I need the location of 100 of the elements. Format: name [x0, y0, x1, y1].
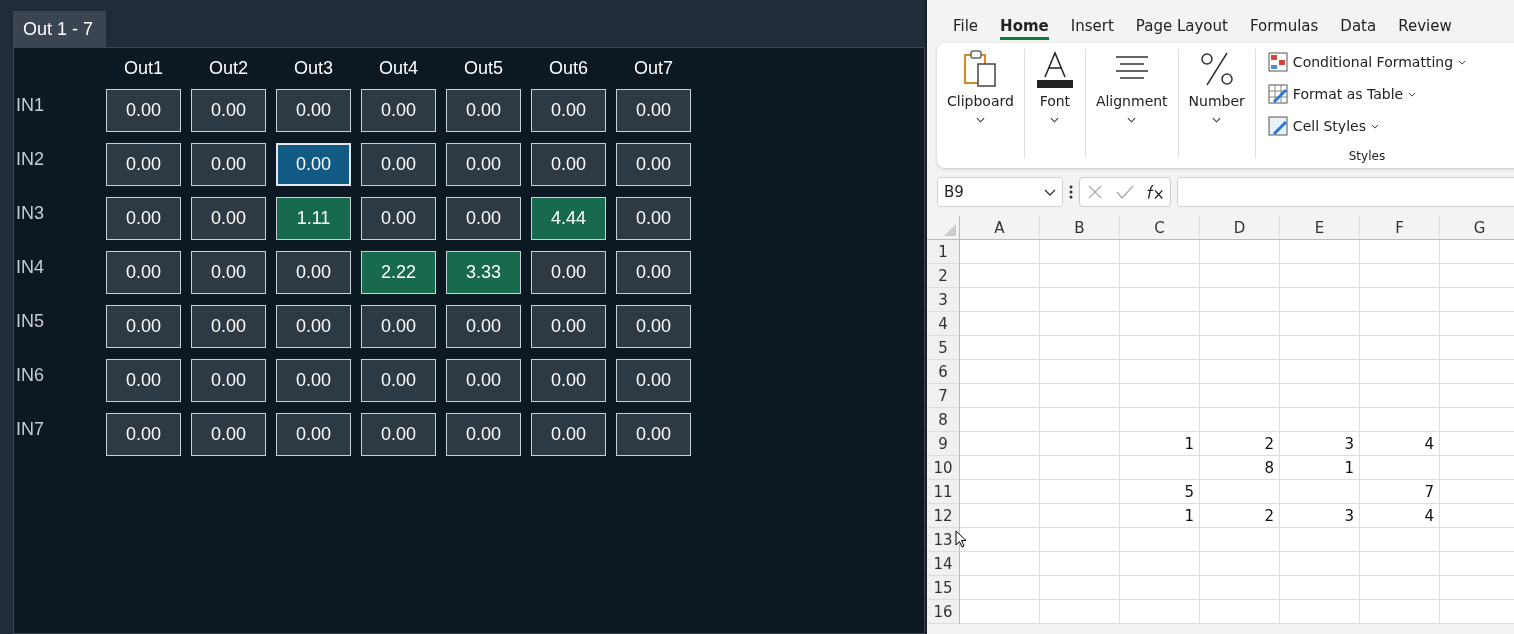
gain-cell[interactable]: 0.00	[276, 305, 351, 348]
gain-cell[interactable]: 0.00	[616, 413, 691, 456]
cancel-icon[interactable]	[1086, 184, 1104, 200]
gain-cell[interactable]: 0.00	[191, 89, 266, 132]
gain-cell[interactable]: 0.00	[276, 89, 351, 132]
name-box[interactable]: B9	[937, 177, 1063, 207]
checkmark-icon[interactable]	[1116, 184, 1134, 200]
row-header[interactable]: 9	[927, 432, 960, 456]
gain-cell[interactable]: 1.11	[276, 197, 351, 240]
column-header[interactable]: D	[1200, 216, 1280, 240]
row-header[interactable]: 15	[927, 576, 960, 600]
row-header[interactable]: 6	[927, 360, 960, 384]
ribbon-tab[interactable]: File	[953, 17, 979, 40]
gain-cell[interactable]: 0.00	[106, 251, 181, 294]
column-header[interactable]: F	[1360, 216, 1440, 240]
row-header[interactable]: 5	[927, 336, 960, 360]
row-header[interactable]: 7	[927, 384, 960, 408]
gain-cell[interactable]: 0.00	[616, 251, 691, 294]
gain-cell[interactable]: 0.00	[446, 143, 521, 186]
gain-cell[interactable]: 0.00	[276, 359, 351, 402]
column-header[interactable]: E	[1280, 216, 1360, 240]
column-header[interactable]: C	[1120, 216, 1200, 240]
gain-cell[interactable]: 0.00	[191, 197, 266, 240]
styles-command[interactable]: Cell Styles	[1267, 115, 1467, 137]
row-header[interactable]: 12	[927, 504, 960, 528]
gain-cell[interactable]: 3.33	[446, 251, 521, 294]
row-header[interactable]: 4	[927, 312, 960, 336]
gain-cell[interactable]: 0.00	[191, 143, 266, 186]
cell-value: 1	[1184, 507, 1194, 525]
row-header[interactable]: 1	[927, 240, 960, 264]
row-header[interactable]: 16	[927, 600, 960, 624]
gain-cell[interactable]: 0.00	[361, 413, 436, 456]
gain-cell[interactable]: 0.00	[531, 89, 606, 132]
gain-cell[interactable]: 0.00	[531, 251, 606, 294]
gain-cell[interactable]: 0.00	[446, 197, 521, 240]
gain-cell[interactable]: 2.22	[361, 251, 436, 294]
row-header[interactable]: 10	[927, 456, 960, 480]
gain-cell[interactable]: 0.00	[616, 305, 691, 348]
gain-cell[interactable]: 0.00	[276, 251, 351, 294]
ribbon-tab[interactable]: Page Layout	[1135, 17, 1228, 40]
row-header[interactable]: 14	[927, 552, 960, 576]
gain-cell[interactable]: 0.00	[531, 359, 606, 402]
insert-function-icon[interactable]	[1146, 184, 1164, 200]
gain-cell[interactable]: 0.00	[276, 413, 351, 456]
row-header[interactable]: 11	[927, 480, 960, 504]
gain-cell[interactable]: 0.00	[616, 359, 691, 402]
gain-cell[interactable]: 0.00	[446, 89, 521, 132]
gain-cell[interactable]: 4.44	[531, 197, 606, 240]
gain-cell[interactable]: 0.00	[106, 143, 181, 186]
ribbon-tab[interactable]: Formulas	[1249, 17, 1319, 40]
gain-cell[interactable]: 0.00	[531, 305, 606, 348]
select-all-icon[interactable]	[944, 224, 956, 236]
gain-cell[interactable]: 0.00	[361, 89, 436, 132]
gain-cell[interactable]: 0.00	[276, 143, 351, 186]
ribbon-group-button[interactable]: Alignment	[1085, 49, 1179, 158]
gain-cell[interactable]: 0.00	[616, 89, 691, 132]
gain-cell[interactable]: 0.00	[106, 359, 181, 402]
ribbon-tab[interactable]: Home	[1000, 17, 1049, 40]
column-header: Out2	[208, 58, 249, 79]
gain-cell[interactable]: 0.00	[106, 305, 181, 348]
row-header[interactable]: 3	[927, 288, 960, 312]
gain-cell[interactable]: 0.00	[191, 251, 266, 294]
styles-command[interactable]: Format as Table	[1267, 83, 1467, 105]
ribbon-tab[interactable]: Review	[1398, 17, 1452, 40]
ribbon-tab[interactable]: Insert	[1070, 17, 1114, 40]
gain-cell[interactable]: 0.00	[106, 89, 181, 132]
more-options-icon[interactable]	[1069, 185, 1073, 199]
gain-cell[interactable]: 0.00	[446, 305, 521, 348]
gain-cell[interactable]: 0.00	[106, 413, 181, 456]
gain-cell[interactable]: 0.00	[191, 305, 266, 348]
gain-cell[interactable]: 0.00	[616, 197, 691, 240]
gain-cell[interactable]: 0.00	[361, 197, 436, 240]
styles-command[interactable]: Conditional Formatting	[1267, 51, 1467, 73]
gain-cell[interactable]: 0.00	[361, 305, 436, 348]
ribbon-group-button[interactable]: Clipboard	[937, 49, 1025, 158]
chevron-down-icon	[1370, 123, 1379, 129]
gain-cell[interactable]: 0.00	[361, 359, 436, 402]
column-header[interactable]: A	[960, 216, 1040, 240]
gain-cell[interactable]: 0.00	[191, 413, 266, 456]
gain-cell[interactable]: 0.00	[616, 143, 691, 186]
row-header[interactable]: 2	[927, 264, 960, 288]
cell-value: 2	[1264, 507, 1274, 525]
column-header[interactable]: G	[1440, 216, 1514, 240]
gain-cell[interactable]: 0.00	[106, 197, 181, 240]
panel-tab[interactable]: Out 1 - 7	[13, 11, 107, 47]
column-header[interactable]: B	[1040, 216, 1120, 240]
gain-cell[interactable]: 0.00	[191, 359, 266, 402]
row-label: IN1	[16, 95, 44, 115]
gain-cell[interactable]: 0.00	[531, 143, 606, 186]
cell-value: 1	[1184, 435, 1194, 453]
ribbon-group-button[interactable]: Number	[1178, 49, 1256, 158]
group-label: Styles	[1348, 149, 1386, 163]
gain-cell[interactable]: 0.00	[446, 359, 521, 402]
formula-input[interactable]	[1177, 177, 1514, 207]
gain-cell[interactable]: 0.00	[446, 413, 521, 456]
ribbon-group-button[interactable]: Font	[1024, 49, 1086, 158]
ribbon-tab[interactable]: Data	[1340, 17, 1377, 40]
gain-cell[interactable]: 0.00	[361, 143, 436, 186]
row-header[interactable]: 8	[927, 408, 960, 432]
gain-cell[interactable]: 0.00	[531, 413, 606, 456]
